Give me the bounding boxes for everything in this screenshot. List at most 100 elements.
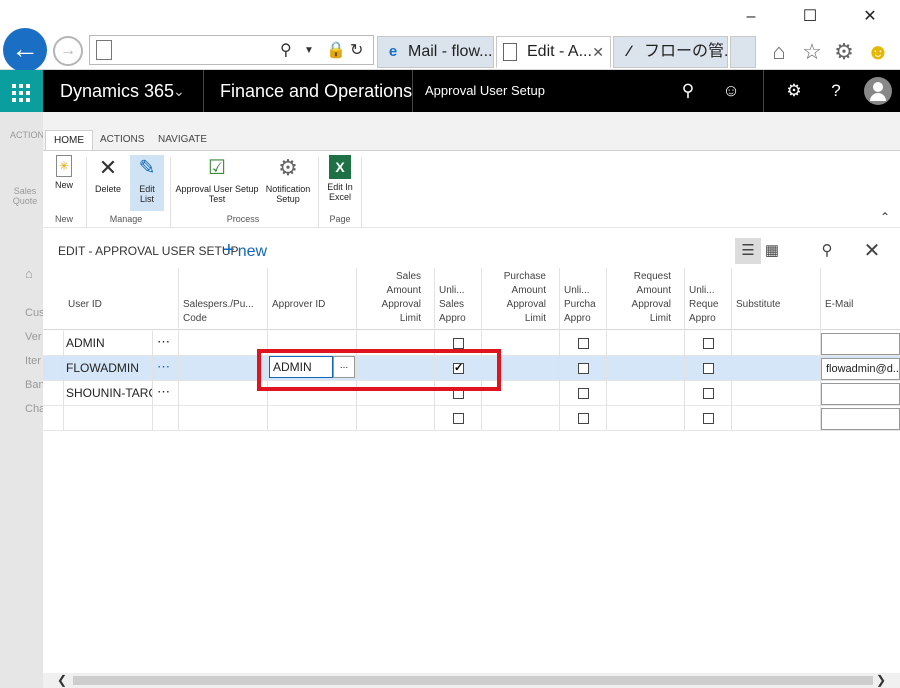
divider: [763, 70, 764, 112]
email-field[interactable]: [821, 383, 900, 405]
tab-navigate[interactable]: NAVIGATE: [150, 130, 215, 150]
bg-item: Ver: [25, 331, 42, 343]
app-launcher-icon[interactable]: [0, 70, 43, 112]
dropdown-icon[interactable]: ▼: [304, 45, 314, 56]
product-name[interactable]: Dynamics 365: [60, 70, 174, 112]
col-sales-limit[interactable]: Sales Amount Approval Limit: [371, 270, 421, 326]
close-dialog-icon[interactable]: ✕: [859, 238, 885, 264]
app-name[interactable]: Finance and Operations: [220, 70, 412, 112]
collapse-ribbon-icon[interactable]: ⌃: [880, 210, 890, 224]
new-document-icon: ✳: [56, 155, 72, 177]
unlimited-purchase-checkbox[interactable]: [578, 338, 589, 349]
delete-button[interactable]: ✕ Delete: [92, 155, 124, 211]
home-icon: ⌂: [25, 266, 33, 281]
row-actions-icon[interactable]: ⋯: [157, 331, 171, 353]
unlimited-sales-checkbox[interactable]: [453, 338, 464, 349]
horizontal-scrollbar[interactable]: ❮ ❯: [43, 673, 900, 688]
col-divider: [178, 268, 179, 431]
home-icon[interactable]: ⌂: [765, 38, 793, 66]
group-new-label: New: [54, 214, 73, 224]
favorites-star-icon[interactable]: ☆: [798, 38, 826, 66]
gear-icon[interactable]: ⚙: [779, 70, 809, 112]
minimize-icon[interactable]: –: [736, 6, 766, 28]
col-unl-purch[interactable]: Unli... Purcha Appro: [564, 284, 600, 326]
unlimited-request-checkbox[interactable]: [703, 413, 714, 424]
refresh-icon[interactable]: ↻: [350, 40, 363, 60]
col-substitute[interactable]: Substitute: [736, 298, 780, 312]
back-button[interactable]: ←: [3, 28, 47, 72]
email-field[interactable]: [821, 408, 900, 430]
settings-gear-icon[interactable]: ⚙: [830, 38, 858, 66]
grid-view-icon[interactable]: ▦: [759, 238, 785, 264]
smiley-icon[interactable]: ☺: [716, 70, 746, 112]
edit-approval-user-setup-dialog: EDIT - APPROVAL USER SETUP + new ☰ ▦ ⚲ ✕ …: [43, 228, 900, 688]
flow-icon: ∕: [627, 43, 631, 60]
col-purchase-limit[interactable]: Purchase Amount Approval Limit: [495, 270, 546, 326]
d365-navbar: Dynamics 365 ⌄ Finance and Operations Ap…: [0, 70, 900, 112]
scroll-right-icon[interactable]: ❯: [876, 673, 886, 688]
user-avatar[interactable]: [864, 77, 892, 105]
new-button[interactable]: ✳ New: [49, 155, 79, 211]
unlimited-request-checkbox[interactable]: [703, 338, 714, 349]
unlimited-purchase-checkbox[interactable]: [578, 363, 589, 374]
unlimited-purchase-checkbox[interactable]: [578, 413, 589, 424]
address-bar[interactable]: ⚲ ▼ 🔒 ↻: [89, 35, 374, 65]
close-window-icon[interactable]: ✕: [855, 6, 885, 28]
lock-icon[interactable]: 🔒: [326, 40, 346, 60]
excel-label: Edit In Excel: [327, 182, 353, 202]
email-field[interactable]: flowadmin@d...: [821, 358, 900, 380]
user-id-cell[interactable]: FLOWADMIN: [66, 356, 151, 381]
chevron-down-icon[interactable]: ⌄: [173, 70, 185, 112]
tab-mail[interactable]: e Mail - flow...: [377, 36, 494, 68]
row-actions-icon[interactable]: ⋯: [157, 381, 171, 403]
search-icon[interactable]: ⚲: [814, 238, 840, 264]
search-icon[interactable]: ⚲: [280, 40, 292, 60]
tab-actions[interactable]: ACTIONS: [92, 130, 152, 150]
help-icon[interactable]: ?: [821, 70, 851, 112]
user-id-cell[interactable]: ADMIN: [66, 331, 151, 356]
edit-list-button[interactable]: ✎ Edit List: [130, 155, 164, 211]
col-request-limit[interactable]: Request Amount Approval Limit: [621, 270, 671, 326]
delete-x-icon: ✕: [98, 155, 118, 180]
new-tab-button[interactable]: [730, 36, 756, 68]
bg-ribbon-label: ACTION: [10, 130, 45, 140]
tab-edit[interactable]: Edit - A... ✕: [496, 36, 611, 68]
col-approver-id[interactable]: Approver ID: [272, 298, 325, 312]
smiley-feedback-icon[interactable]: ☻: [864, 38, 892, 66]
scrollbar-thumb[interactable]: [73, 676, 873, 685]
col-divider: [559, 268, 560, 431]
col-unl-sales[interactable]: Unli... Sales Appro: [439, 284, 475, 326]
user-id-cell[interactable]: SHOUNIN-TARO: [66, 381, 152, 406]
page-icon: [96, 40, 112, 60]
unlimited-request-checkbox[interactable]: [703, 388, 714, 399]
col-email[interactable]: E-Mail: [825, 298, 853, 312]
new-record-button[interactable]: + new: [223, 239, 267, 262]
tab-home[interactable]: HOME: [45, 130, 93, 150]
maximize-icon[interactable]: ☐: [795, 6, 825, 28]
col-salespers[interactable]: Salespers./Pu... Code: [183, 298, 265, 326]
list-view-icon[interactable]: ☰: [735, 238, 761, 264]
edit-list-button-label: Edit List: [139, 184, 155, 204]
checklist-icon: ☑: [208, 157, 226, 179]
table-row[interactable]: [43, 406, 900, 431]
edit-in-excel-button[interactable]: X Edit In Excel: [322, 155, 358, 211]
tab-label: Edit - A...: [527, 43, 592, 60]
unlimited-request-checkbox[interactable]: [703, 363, 714, 374]
tab-flow[interactable]: ∕ フローの管...: [613, 36, 728, 68]
bg-item: Cus: [25, 307, 45, 319]
search-icon[interactable]: ⚲: [673, 70, 703, 112]
scroll-left-icon[interactable]: ❮: [57, 673, 67, 688]
forward-button[interactable]: →: [53, 36, 83, 66]
ie-icon: e: [388, 43, 398, 60]
notification-setup-button[interactable]: ⚙ Notification Setup: [262, 155, 314, 211]
col-unl-req[interactable]: Unli... Reque Appro: [689, 284, 725, 326]
unlimited-sales-checkbox[interactable]: [453, 413, 464, 424]
approval-user-setup-test-button[interactable]: ☑ Approval User Setup Test: [174, 155, 260, 211]
row-actions-icon[interactable]: ⋯: [157, 356, 171, 378]
close-tab-icon[interactable]: ✕: [592, 37, 604, 67]
tab-label: フローの管...: [644, 43, 728, 60]
bg-sales-quote: Sales Quote: [12, 186, 38, 206]
email-field[interactable]: [821, 333, 900, 355]
col-user-id[interactable]: User ID: [68, 298, 102, 312]
unlimited-purchase-checkbox[interactable]: [578, 388, 589, 399]
